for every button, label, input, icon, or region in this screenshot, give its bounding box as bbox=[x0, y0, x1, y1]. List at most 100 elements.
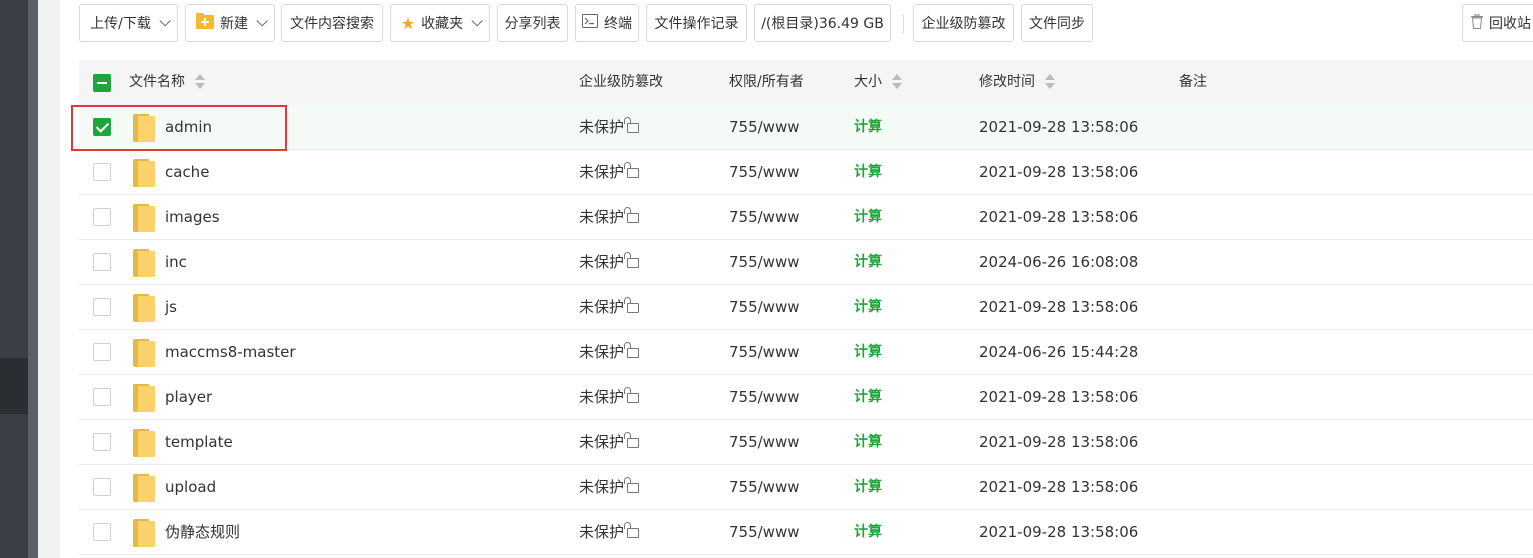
new-button[interactable]: 新建 bbox=[185, 4, 275, 42]
modified-time: 2021-09-28 13:58:06 bbox=[979, 523, 1139, 541]
size-calc-link[interactable]: 计算 bbox=[854, 330, 882, 375]
col-size-header[interactable]: 大小 bbox=[854, 60, 902, 105]
file-name[interactable]: template bbox=[165, 420, 233, 465]
protect-label: 未保护 bbox=[579, 208, 625, 226]
col-perm-header: 权限/所有者 bbox=[729, 60, 804, 105]
protect-status[interactable]: 未保护 bbox=[579, 465, 640, 510]
protect-status[interactable]: 未保护 bbox=[579, 285, 640, 330]
size-calc-link[interactable]: 计算 bbox=[854, 375, 882, 420]
content-search-label: 文件内容搜索 bbox=[290, 16, 374, 32]
file-name[interactable]: 伪静态规则 bbox=[165, 510, 240, 555]
size-calc-link[interactable]: 计算 bbox=[854, 195, 882, 240]
unlock-icon bbox=[624, 252, 640, 268]
unlock-icon bbox=[624, 117, 640, 133]
terminal-button[interactable]: 终端 bbox=[575, 4, 639, 42]
table-row[interactable]: 伪静态规则 未保护 755/www 计算 2021-09-28 13:58:06 bbox=[79, 510, 1533, 555]
permission[interactable]: 755/www bbox=[729, 330, 800, 375]
table-row[interactable]: images 未保护 755/www 计算 2021-09-28 13:58:06 bbox=[79, 195, 1533, 240]
file-name[interactable]: images bbox=[165, 195, 220, 240]
size-calc-link[interactable]: 计算 bbox=[854, 105, 882, 150]
file-name[interactable]: upload bbox=[165, 465, 216, 510]
protect-status[interactable]: 未保护 bbox=[579, 150, 640, 195]
unlock-icon bbox=[624, 342, 640, 358]
file-name[interactable]: js bbox=[165, 285, 177, 330]
file-name[interactable]: cache bbox=[165, 150, 209, 195]
modified-time: 2021-09-28 13:58:06 bbox=[979, 163, 1139, 181]
protect-label: 未保护 bbox=[579, 253, 625, 271]
select-all-checkbox[interactable] bbox=[93, 74, 111, 92]
recycle-bin-button[interactable]: 回收站 bbox=[1462, 4, 1533, 42]
permission[interactable]: 755/www bbox=[729, 510, 800, 555]
row-checkbox[interactable] bbox=[93, 343, 111, 361]
protect-status[interactable]: 未保护 bbox=[579, 420, 640, 465]
permission[interactable]: 755/www bbox=[729, 375, 800, 420]
table-row[interactable]: player 未保护 755/www 计算 2021-09-28 13:58:06 bbox=[79, 375, 1533, 420]
col-mtime-label: 修改时间 bbox=[979, 74, 1035, 90]
modified-time: 2021-09-28 13:58:06 bbox=[979, 388, 1139, 406]
table-row[interactable]: inc 未保护 755/www 计算 2024-06-26 16:08:08 bbox=[79, 240, 1533, 285]
row-checkbox[interactable] bbox=[93, 433, 111, 451]
row-checkbox[interactable] bbox=[93, 523, 111, 541]
protect-label: 未保护 bbox=[579, 343, 625, 361]
folder-icon bbox=[133, 159, 155, 187]
protect-status[interactable]: 未保护 bbox=[579, 375, 640, 420]
file-name[interactable]: player bbox=[165, 375, 212, 420]
row-checkbox[interactable] bbox=[93, 163, 111, 181]
size-calc-link[interactable]: 计算 bbox=[854, 150, 882, 195]
size-calc-link[interactable]: 计算 bbox=[854, 285, 882, 330]
modified-time: 2024-06-26 15:44:28 bbox=[979, 343, 1139, 361]
content-gutter bbox=[38, 0, 60, 558]
disk-path-button[interactable]: /(根目录)36.49 GB bbox=[754, 4, 891, 42]
row-checkbox[interactable] bbox=[93, 478, 111, 496]
table-header: 文件名称 企业级防篡改 权限/所有者 大小 修改时间 备注 bbox=[79, 60, 1533, 106]
row-checkbox[interactable] bbox=[93, 298, 111, 316]
table-row[interactable]: cache 未保护 755/www 计算 2021-09-28 13:58:06 bbox=[79, 150, 1533, 195]
col-tamper-label: 企业级防篡改 bbox=[579, 74, 663, 90]
protect-status[interactable]: 未保护 bbox=[579, 195, 640, 240]
favorites-button[interactable]: ★ 收藏夹 bbox=[390, 4, 490, 42]
table-row[interactable]: maccms8-master 未保护 755/www 计算 2024-06-26 15:… bbox=[79, 330, 1533, 375]
folder-icon bbox=[133, 519, 155, 547]
permission[interactable]: 755/www bbox=[729, 195, 800, 240]
upload-download-button[interactable]: 上传/下载 bbox=[79, 4, 178, 42]
permission[interactable]: 755/www bbox=[729, 420, 800, 465]
col-name-label: 文件名称 bbox=[129, 74, 185, 90]
share-list-button[interactable]: 分享列表 bbox=[497, 4, 568, 42]
sidebar-active-item[interactable] bbox=[0, 358, 28, 414]
row-checkbox[interactable] bbox=[93, 208, 111, 226]
permission[interactable]: 755/www bbox=[729, 285, 800, 330]
col-perm-label: 权限/所有者 bbox=[729, 74, 804, 90]
row-checkbox[interactable] bbox=[93, 388, 111, 406]
file-sync-button[interactable]: 文件同步 bbox=[1021, 4, 1093, 42]
protect-status[interactable]: 未保护 bbox=[579, 510, 640, 555]
table-row[interactable]: admin 未保护 755/www 计算 2021-09-28 13:58:06 bbox=[79, 105, 1533, 150]
size-calc-link[interactable]: 计算 bbox=[854, 420, 882, 465]
content-search-button[interactable]: 文件内容搜索 bbox=[281, 4, 383, 42]
size-calc-link[interactable]: 计算 bbox=[854, 510, 882, 555]
col-name-header[interactable]: 文件名称 bbox=[129, 60, 205, 105]
folder-icon bbox=[133, 384, 155, 412]
table-row[interactable]: js 未保护 755/www 计算 2021-09-28 13:58:06 bbox=[79, 285, 1533, 330]
permission[interactable]: 755/www bbox=[729, 150, 800, 195]
tamper-protect-button[interactable]: 企业级防篡改 bbox=[913, 4, 1014, 42]
protect-status[interactable]: 未保护 bbox=[579, 330, 640, 375]
permission[interactable]: 755/www bbox=[729, 105, 800, 150]
operation-log-button[interactable]: 文件操作记录 bbox=[646, 4, 747, 42]
file-name[interactable]: inc bbox=[165, 240, 187, 285]
permission[interactable]: 755/www bbox=[729, 240, 800, 285]
col-mtime-header[interactable]: 修改时间 bbox=[979, 60, 1055, 105]
sort-icon bbox=[892, 74, 902, 90]
left-sidebar bbox=[0, 0, 28, 558]
folder-icon bbox=[133, 294, 155, 322]
row-checkbox[interactable] bbox=[93, 253, 111, 271]
permission[interactable]: 755/www bbox=[729, 465, 800, 510]
table-row[interactable]: upload 未保护 755/www 计算 2021-09-28 13:58:06 bbox=[79, 465, 1533, 510]
protect-status[interactable]: 未保护 bbox=[579, 240, 640, 285]
share-list-label: 分享列表 bbox=[504, 16, 561, 32]
protect-status[interactable]: 未保护 bbox=[579, 105, 640, 150]
table-row[interactable]: template 未保护 755/www 计算 2021-09-28 13:58:06 bbox=[79, 420, 1533, 465]
file-list: admin 未保护 755/www 计算 2021-09-28 13:58:06 cach… bbox=[79, 105, 1533, 555]
file-name[interactable]: maccms8-master bbox=[165, 330, 296, 375]
size-calc-link[interactable]: 计算 bbox=[854, 465, 882, 510]
size-calc-link[interactable]: 计算 bbox=[854, 240, 882, 285]
